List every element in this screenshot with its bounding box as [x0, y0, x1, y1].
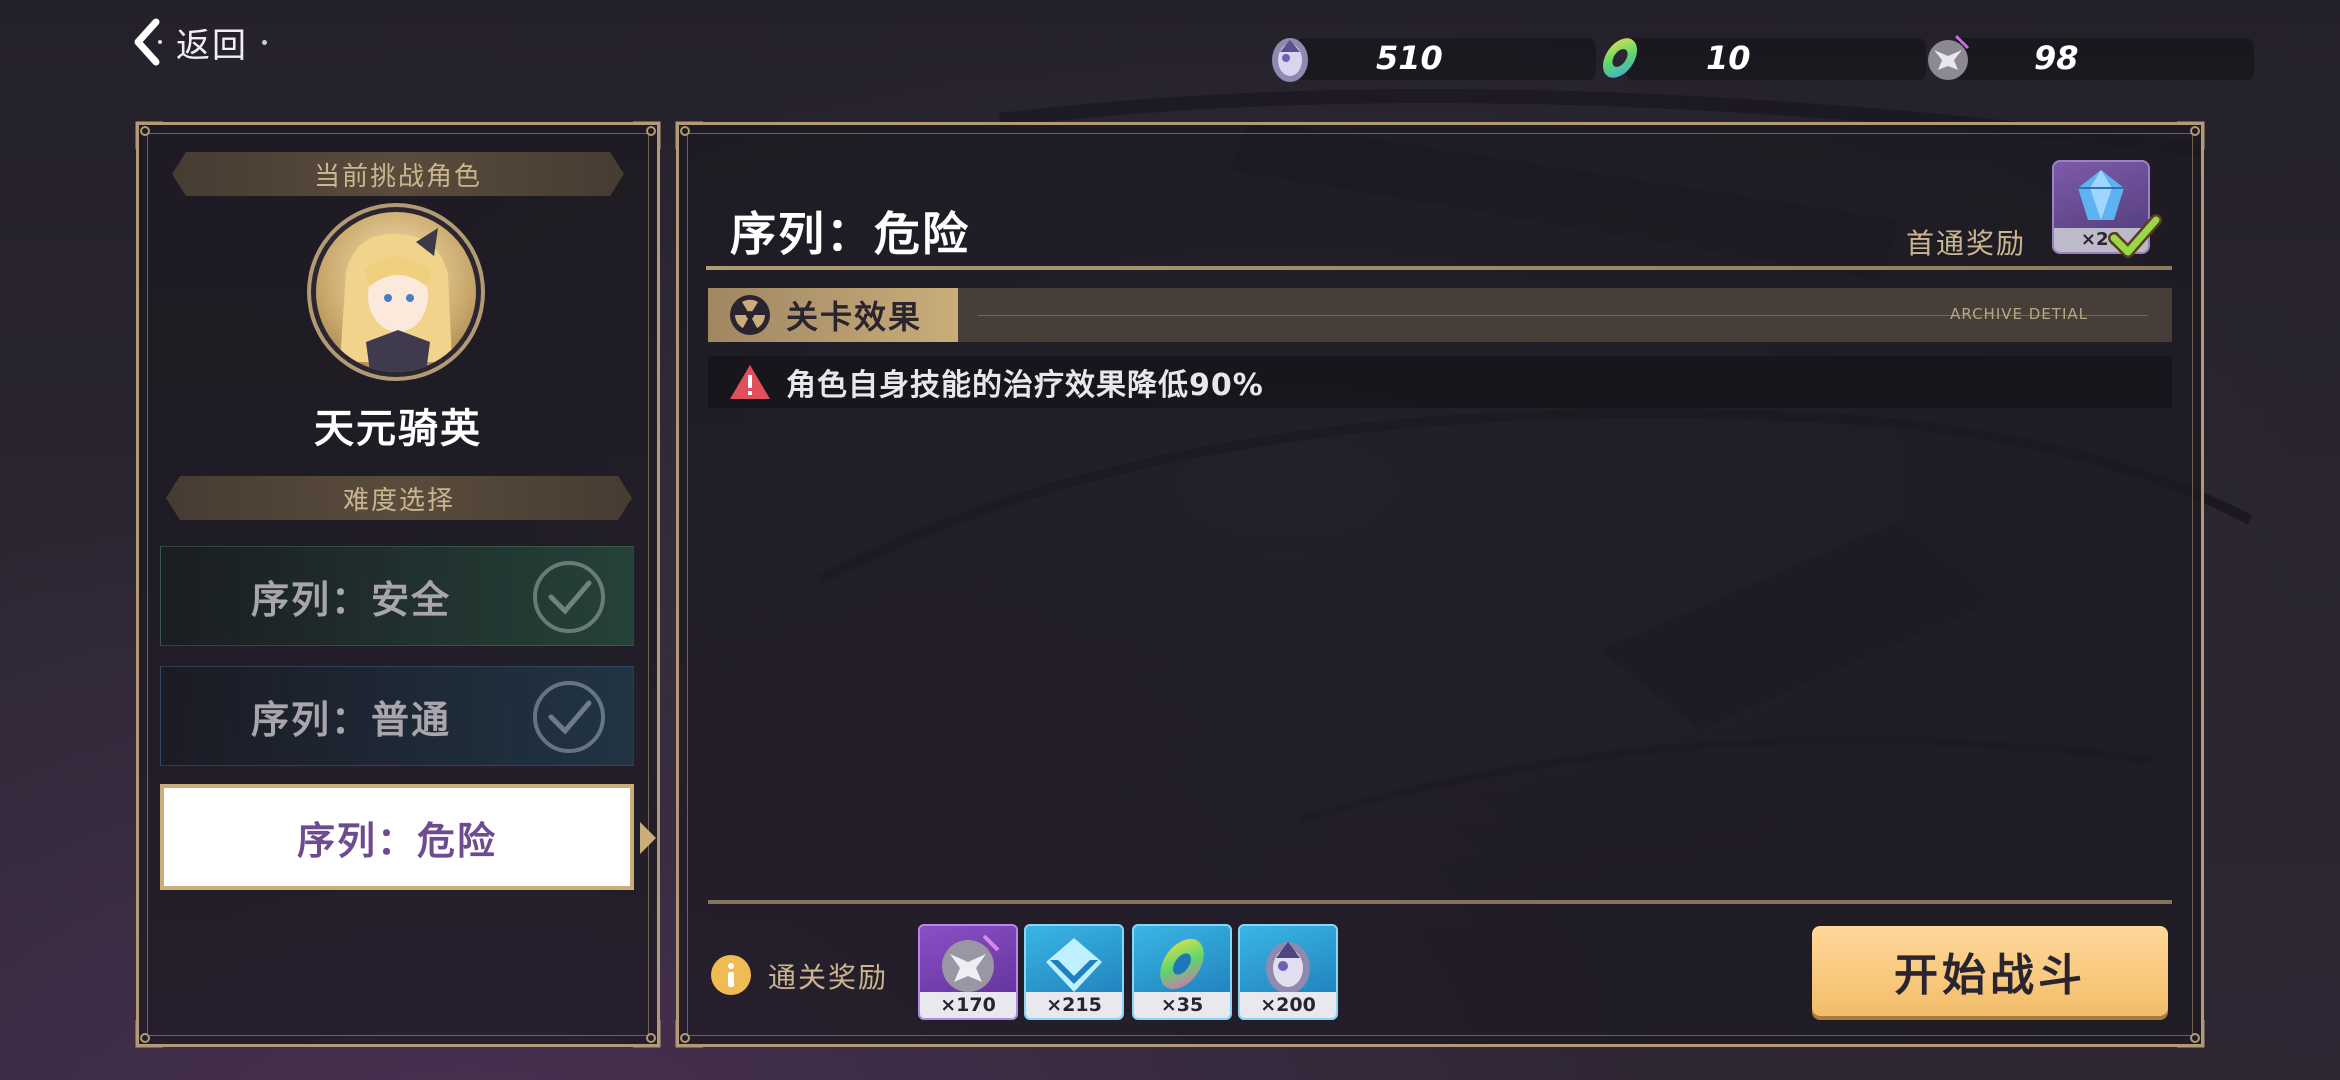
blue-chevron-icon: [1046, 938, 1102, 992]
rainbow-coin-icon: [1602, 38, 1638, 78]
clear-reward-item[interactable]: ×35: [1132, 924, 1232, 1020]
character-portrait-icon: [340, 228, 452, 372]
current-challenge-header: 当前挑战角色: [172, 152, 624, 196]
back-button[interactable]: 返回: [132, 18, 267, 66]
reward-count: ×215: [1026, 992, 1122, 1018]
difficulty-label: 序列：安全: [250, 577, 451, 622]
reward-count: ×35: [1134, 992, 1230, 1018]
clear-reward-label: 通关奖励: [768, 961, 889, 994]
currency-rainbow-coin[interactable]: 10: [1592, 36, 1926, 80]
character-avatar[interactable]: [316, 212, 476, 372]
hazard-icon: [730, 295, 770, 335]
clear-reward-item[interactable]: ×215: [1024, 924, 1124, 1020]
bottom-divider: [708, 900, 2172, 904]
first-clear-reward-label: 首通奖励: [1906, 227, 2027, 260]
difficulty-header: 难度选择: [166, 476, 632, 520]
currency-value: 510: [1376, 39, 1443, 77]
difficulty-label: 序列：普通: [250, 697, 451, 742]
clear-reward-item[interactable]: ×200: [1238, 924, 1338, 1020]
character-name: 天元骑英: [314, 406, 482, 452]
stage-effect-tab: 关卡效果: [708, 288, 958, 342]
wolf-token-icon: [942, 934, 1000, 992]
selected-indicator-arrow: [640, 822, 656, 854]
cleared-check-icon: [533, 681, 605, 753]
stage-effect-text: 角色自身技能的治疗效果降低90%: [786, 368, 1264, 403]
difficulty-option-normal[interactable]: 序列：普通: [160, 666, 634, 766]
start-battle-label: 开始战斗: [1894, 950, 2086, 1001]
difficulty-option-safe[interactable]: 序列：安全: [160, 546, 634, 646]
stage-effect-row: 角色自身技能的治疗效果降低90%: [708, 356, 2172, 408]
archive-label: ARCHIVE DETIAL: [1950, 305, 2088, 323]
title-divider: [706, 266, 2172, 270]
currency-value: 98: [2034, 39, 2079, 77]
chevron-left-icon: [134, 18, 162, 66]
warning-icon: [730, 365, 770, 399]
reward-count: ×170: [920, 992, 1016, 1018]
difficulty-option-danger[interactable]: 序列：危险: [160, 784, 634, 890]
crystal-egg-icon: [1272, 38, 1308, 82]
rainbow-coin-icon: [1160, 938, 1204, 990]
currency-wolf-token[interactable]: 98: [1920, 34, 2254, 80]
difficulty-label: 序列：危险: [296, 818, 497, 863]
currency-crystal-egg[interactable]: 510: [1262, 36, 1596, 82]
currency-value: 10: [1706, 39, 1751, 77]
crystal-egg-icon: [1266, 942, 1310, 994]
cleared-check-icon: [533, 561, 605, 633]
wolf-token-icon: [1928, 34, 1970, 80]
clear-reward-item[interactable]: ×170: [918, 924, 1018, 1020]
stage-effect-header: 关卡效果 ARCHIVE DETIAL: [708, 288, 2172, 342]
back-label: 返回: [176, 25, 248, 66]
stage-effect-label: 关卡效果: [786, 298, 923, 336]
info-icon[interactable]: [710, 954, 752, 996]
reward-count: ×200: [1240, 992, 1336, 1018]
claimed-check-icon: [2108, 214, 2162, 258]
stage-title: 序列：危险: [730, 207, 970, 261]
start-battle-button[interactable]: 开始战斗: [1812, 926, 2168, 1016]
